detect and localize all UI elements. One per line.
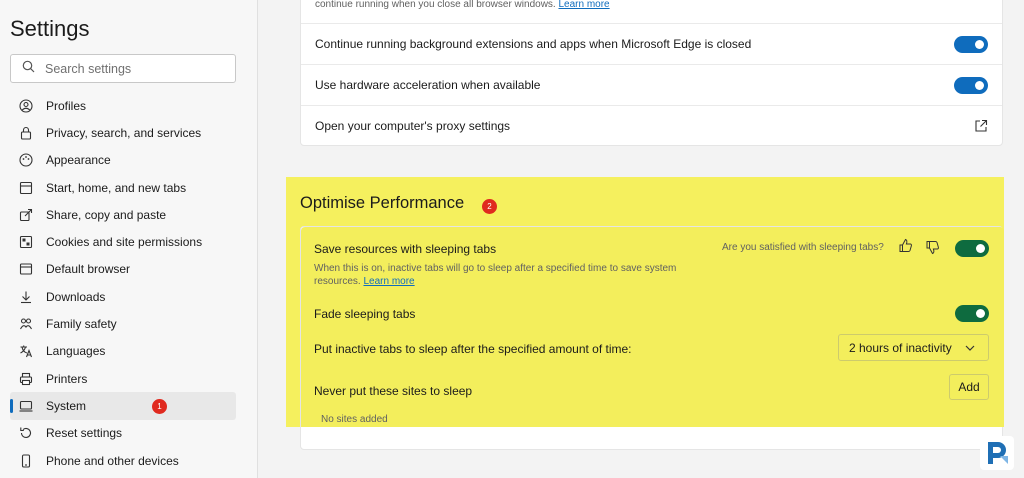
language-icon <box>19 344 33 358</box>
logo-watermark <box>980 436 1014 470</box>
sidebar-item-profiles[interactable]: Profiles <box>10 92 236 119</box>
sidebar-item-phone[interactable]: Phone and other devices <box>10 447 236 474</box>
profile-icon <box>19 99 33 113</box>
search-input[interactable] <box>45 61 225 76</box>
external-link-icon[interactable] <box>974 119 988 136</box>
sidebar-item-printers[interactable]: Printers <box>10 365 236 392</box>
printer-icon <box>19 372 33 386</box>
sidebar-item-label: Phone and other devices <box>46 453 179 468</box>
sidebar-item-label: Downloads <box>46 289 106 304</box>
share-icon <box>19 208 33 222</box>
cookies-icon <box>19 235 33 249</box>
phone-icon <box>19 453 33 468</box>
family-icon <box>19 317 33 331</box>
learn-more-link[interactable]: Learn more <box>363 276 414 287</box>
sidebar-item-cookies[interactable]: Cookies and site permissions <box>10 228 236 255</box>
background-apps-toggle[interactable] <box>954 35 988 53</box>
sidebar-item-reset[interactable]: Reset settings <box>10 420 236 447</box>
sidebar-item-label: Start, home, and new tabs <box>46 180 187 195</box>
sidebar-item-label: Appearance <box>46 153 111 168</box>
settings-sidebar: Settings Profiles Privacy, search, and s… <box>0 0 258 478</box>
setting-label: Open your computer's proxy settings <box>315 119 511 133</box>
sidebar-item-default-browser[interactable]: Default browser <box>10 256 236 283</box>
add-site-button[interactable]: Add <box>949 374 989 400</box>
sidebar-item-appearance[interactable]: Appearance <box>10 147 236 174</box>
setting-label: Continue running background extensions a… <box>315 37 752 51</box>
download-icon <box>19 290 33 304</box>
setting-row-hardware-acceleration: Use hardware acceleration when available <box>301 64 1002 105</box>
section-title-optimise-performance: Optimise Performance <box>300 194 465 212</box>
sleeping-tabs-label: Save resources with sleeping tabs <box>314 242 497 256</box>
partial-row: continue running when you close all brow… <box>301 0 1002 23</box>
sidebar-item-system[interactable]: System 1 <box>10 392 236 420</box>
home-tabs-icon <box>19 181 33 195</box>
sidebar-item-start-home[interactable]: Start, home, and new tabs <box>10 174 236 201</box>
sidebar-item-label: Cookies and site permissions <box>46 235 203 250</box>
hardware-acceleration-toggle[interactable] <box>954 76 988 94</box>
step-badge-2: 2 <box>482 199 497 214</box>
settings-nav: Profiles Privacy, search, and services A… <box>10 92 236 474</box>
never-sleep-label: Never put these sites to sleep <box>314 384 473 398</box>
learn-more-link[interactable]: Learn more <box>558 0 609 10</box>
setting-label: Use hardware acceleration when available <box>315 78 541 92</box>
sleep-timeout-dropdown[interactable]: 2 hours of inactivity <box>838 334 989 361</box>
search-box[interactable] <box>10 54 236 83</box>
search-icon <box>22 60 35 78</box>
fade-sleeping-tabs-label: Fade sleeping tabs <box>314 307 416 321</box>
system-icon <box>19 399 33 413</box>
sidebar-item-family[interactable]: Family safety <box>10 310 236 337</box>
setting-row-background-apps: Continue running background extensions a… <box>301 23 1002 64</box>
sleep-after-label: Put inactive tabs to sleep after the spe… <box>314 342 632 356</box>
thumbs-down-icon[interactable] <box>925 240 940 260</box>
sleeping-tabs-toggle[interactable] <box>955 240 989 257</box>
sidebar-item-privacy[interactable]: Privacy, search, and services <box>10 119 236 146</box>
reset-icon <box>19 426 33 440</box>
partial-description: continue running when you close all brow… <box>315 0 610 10</box>
browser-icon <box>19 262 33 276</box>
sidebar-item-downloads[interactable]: Downloads <box>10 283 236 310</box>
thumbs-up-icon[interactable] <box>898 238 913 258</box>
sidebar-item-label: Reset settings <box>46 426 123 441</box>
feedback-question: Are you satisfied with sleeping tabs? <box>722 242 884 253</box>
system-settings-card: continue running when you close all brow… <box>300 0 1003 146</box>
dropdown-value: 2 hours of inactivity <box>849 340 952 355</box>
sidebar-item-share[interactable]: Share, copy and paste <box>10 201 236 228</box>
sidebar-item-label: Default browser <box>46 262 131 277</box>
sidebar-item-label: Languages <box>46 344 106 359</box>
sidebar-item-label: Share, copy and paste <box>46 207 167 222</box>
setting-row-proxy[interactable]: Open your computer's proxy settings <box>301 105 1002 146</box>
sidebar-item-label: Printers <box>46 371 88 386</box>
sidebar-item-languages[interactable]: Languages <box>10 338 236 365</box>
sidebar-item-label: System <box>46 398 87 413</box>
sidebar-item-label: Family safety <box>46 317 117 332</box>
fade-sleeping-tabs-toggle[interactable] <box>955 305 989 322</box>
chevron-down-icon <box>964 342 976 357</box>
palette-icon <box>19 153 33 167</box>
no-sites-text: No sites added <box>321 414 388 425</box>
sleeping-tabs-description: When this is on, inactive tabs will go t… <box>314 263 677 287</box>
settings-title: Settings <box>10 16 90 41</box>
step-badge-1: 1 <box>152 399 167 415</box>
sidebar-item-label: Privacy, search, and services <box>46 125 202 140</box>
lock-icon <box>19 126 33 140</box>
sidebar-item-label: Profiles <box>46 98 87 113</box>
